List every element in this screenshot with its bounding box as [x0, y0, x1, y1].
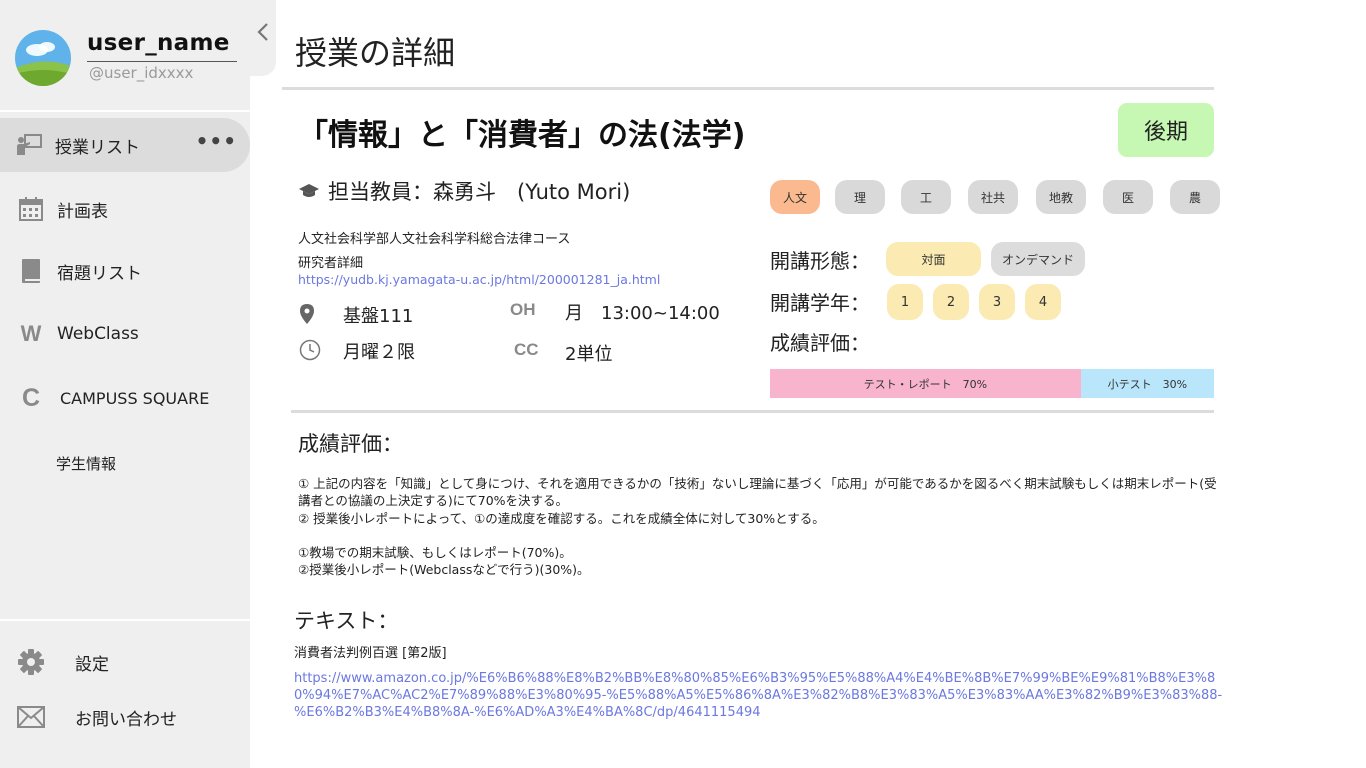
sidebar-item-label: 宿題リスト — [57, 263, 142, 284]
avatar[interactable] — [15, 30, 71, 86]
calendar-icon — [16, 194, 46, 224]
sidebar-item-webclass[interactable]: W WebClass — [2, 307, 250, 361]
more-options-icon[interactable]: ••• — [196, 131, 237, 151]
clock-icon — [299, 339, 321, 361]
department: 人文社会科学部人文社会科学科総合法律コース — [298, 232, 571, 247]
field-chip-engineering[interactable]: 工 — [901, 180, 951, 214]
evaluation-title: 成績評価： — [298, 432, 403, 456]
format-on-demand[interactable]: オンデマンド — [991, 242, 1085, 276]
textbook-title: テキスト： — [294, 609, 399, 633]
teacher-board-icon — [14, 130, 44, 160]
teacher-info: 担当教員：森勇斗 (Yuto Mori) — [298, 176, 630, 206]
mail-icon — [16, 702, 46, 732]
chevron-left-icon — [257, 22, 269, 46]
sidebar: user_name @user_idxxxx 授業リスト ••• 計画表 宿題リ… — [0, 0, 250, 768]
credits-tag: CC — [514, 340, 539, 359]
field-chip-social[interactable]: 社共 — [968, 180, 1018, 214]
course-title: 「情報」と「消費者」の法(法学) — [298, 118, 746, 153]
book-icon — [16, 256, 46, 286]
sidebar-item-settings[interactable]: 設定 — [2, 635, 250, 689]
period: 月曜２限 — [343, 342, 415, 363]
sidebar-item-student-info[interactable]: 学生情報 — [2, 436, 250, 490]
year-label: 開講学年： — [770, 291, 870, 315]
term-badge: 後期 — [1118, 103, 1214, 157]
grading-segment-quiz: 小テスト 30% — [1080, 369, 1214, 398]
letter-w-icon: W — [20, 321, 42, 346]
letter-c-icon: C — [21, 383, 41, 412]
field-chip-medicine[interactable]: 医 — [1103, 180, 1153, 214]
sidebar-item-class-list[interactable]: 授業リスト ••• — [0, 118, 250, 172]
book-link[interactable]: https://www.amazon.co.jp/%E6%B6%88%E8%B2… — [294, 670, 1224, 721]
sidebar-item-campus-square[interactable]: C CAMPUSS SQUARE — [2, 371, 250, 425]
credits: 2単位 — [565, 344, 613, 365]
evaluation-paragraph-2: ② 授業後小レポートによって、①の達成度を確認する。これを成績全体に対して30%… — [298, 511, 825, 526]
graduation-cap-icon — [298, 183, 320, 199]
sidebar-item-label: 授業リスト — [55, 137, 140, 158]
year-chip-4[interactable]: 4 — [1025, 284, 1061, 320]
office-hours: 月 13:00~14:00 — [565, 303, 720, 324]
year-chip-1[interactable]: 1 — [887, 284, 923, 320]
user-profile: user_name @user_idxxxx — [0, 0, 250, 110]
grading-segment-test-report: テスト・レポート 70% — [770, 369, 1081, 398]
grading-breakdown-bar: テスト・レポート 70% 小テスト 30% — [770, 369, 1214, 398]
page-title: 授業の詳細 — [295, 34, 456, 72]
room: 基盤111 — [343, 306, 414, 327]
evaluation-paragraph-1: ① 上記の内容を「知識」として身につけ、それを適用できるかの「技術」ないし理論に… — [298, 476, 1217, 508]
sidebar-item-contact[interactable]: お問い合わせ — [2, 690, 250, 744]
main-content: 授業の詳細 「情報」と「消費者」の法(法学) 後期 担当教員：森勇斗 (Yuto… — [276, 0, 1366, 768]
sidebar-item-label: WebClass — [57, 324, 139, 344]
sidebar-divider — [0, 110, 250, 112]
gear-icon — [16, 647, 46, 677]
grading-label: 成績評価： — [770, 331, 870, 355]
user-name-underline — [87, 61, 237, 62]
sidebar-item-label: 設定 — [75, 654, 109, 675]
title-divider — [282, 87, 1214, 90]
evaluation-paragraph-4: ②授業後小レポート(Webclassなどで行う)(30%)。 — [298, 562, 590, 577]
evaluation-paragraph-3: ①教場での期末試験、もしくはレポート(70%)。 — [298, 545, 572, 560]
field-chip-science[interactable]: 理 — [835, 180, 885, 214]
location-pin-icon — [300, 304, 314, 324]
researcher-link[interactable]: https://yudb.kj.yamagata-u.ac.jp/html/20… — [298, 272, 660, 287]
teacher-name: 担当教員：森勇斗 (Yuto Mori) — [328, 180, 631, 204]
year-chip-2[interactable]: 2 — [933, 284, 969, 320]
user-name: user_name — [87, 30, 230, 56]
sidebar-item-label: 学生情報 — [56, 454, 117, 473]
format-in-person[interactable]: 対面 — [886, 242, 981, 276]
sidebar-item-schedule[interactable]: 計画表 — [2, 182, 250, 236]
sidebar-item-label: CAMPUSS SQUARE — [60, 388, 210, 408]
user-id: @user_idxxxx — [89, 64, 194, 82]
researcher-label: 研究者詳細 — [298, 256, 364, 271]
sidebar-item-homework[interactable]: 宿題リスト — [2, 244, 250, 298]
field-chip-agriculture[interactable]: 農 — [1170, 180, 1220, 214]
section-divider — [291, 410, 1214, 413]
field-chip-humanities[interactable]: 人文 — [770, 180, 820, 214]
sidebar-divider — [0, 619, 250, 621]
field-chip-education[interactable]: 地教 — [1036, 180, 1086, 214]
office-hours-tag: OH — [510, 300, 536, 319]
sidebar-collapse-button[interactable] — [250, 0, 276, 76]
sidebar-item-label: お問い合わせ — [75, 709, 177, 730]
sidebar-item-label: 計画表 — [57, 201, 108, 222]
format-label: 開講形態： — [770, 249, 870, 273]
book-title: 消費者法判例百選 [第2版] — [294, 646, 447, 661]
year-chip-3[interactable]: 3 — [979, 284, 1015, 320]
